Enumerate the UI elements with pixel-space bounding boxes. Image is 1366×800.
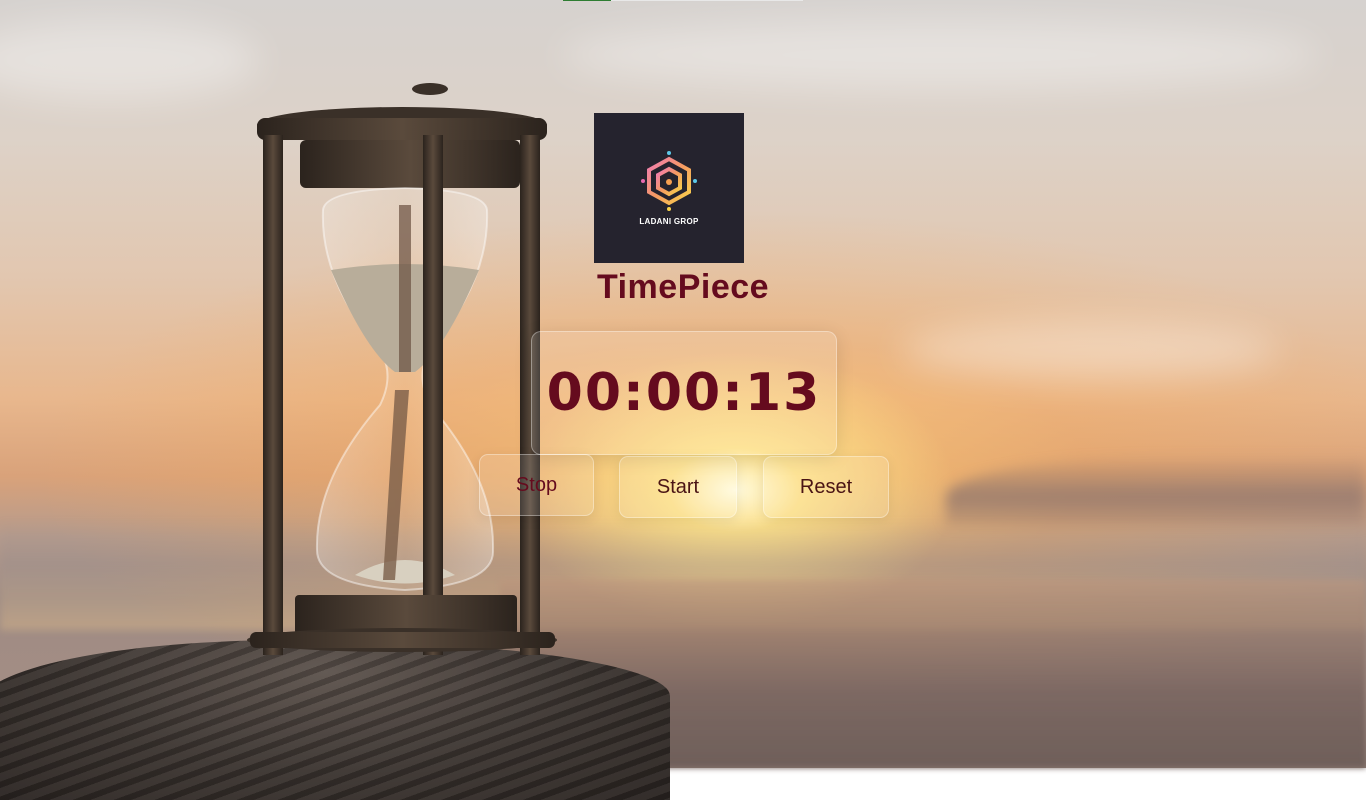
progress-bar-fill — [563, 0, 611, 1]
progress-bar — [563, 0, 803, 1]
logo-text: LADANI GROP — [639, 216, 699, 226]
hourglass-image — [247, 83, 557, 655]
brand-logo: LADANI GROP — [594, 113, 744, 263]
stop-button[interactable]: Stop — [479, 454, 594, 516]
cloud — [560, 20, 1320, 90]
timer-value: 00:00:13 — [546, 363, 822, 423]
timer-display: 00:00:13 — [531, 331, 837, 455]
hexagon-spiral-logo-icon — [641, 150, 697, 211]
cloud — [900, 320, 1280, 380]
app-title: TimePiece — [596, 268, 770, 306]
start-button[interactable]: Start — [619, 456, 737, 518]
reset-button[interactable]: Reset — [763, 456, 889, 518]
